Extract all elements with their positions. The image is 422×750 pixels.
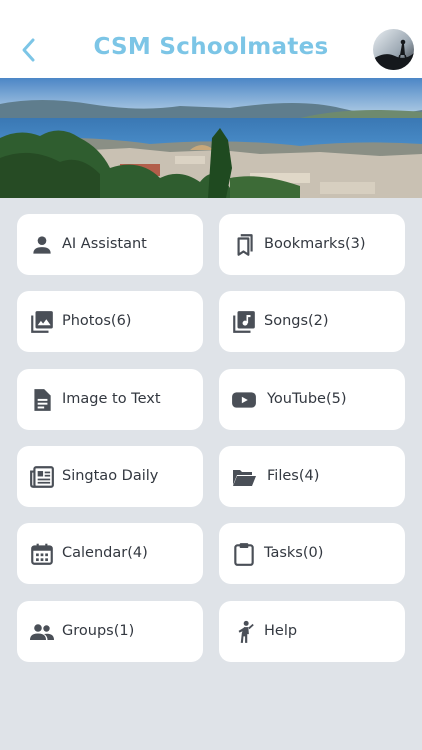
clipboard-icon <box>231 541 257 567</box>
menu-tile-label: Files(4) <box>267 468 320 484</box>
avatar-image <box>373 29 414 70</box>
menu-tile-files[interactable]: Files(4) <box>219 446 405 507</box>
menu-tile-label: Tasks(0) <box>264 545 324 561</box>
menu-tile-singtao-daily[interactable]: Singtao Daily <box>17 446 203 507</box>
menu-tile-label: Photos(6) <box>62 313 132 329</box>
menu-tile-label: Singtao Daily <box>62 468 159 484</box>
menu-tile-youtube[interactable]: YouTube(5) <box>219 369 405 430</box>
photo-library-icon <box>29 309 55 335</box>
folder-open-icon <box>231 464 257 490</box>
menu-tile-ai-assistant[interactable]: AI Assistant <box>17 214 203 275</box>
menu-tile-label: Calendar(4) <box>62 545 148 561</box>
document-icon <box>29 387 55 413</box>
menu-tile-songs[interactable]: Songs(2) <box>219 291 405 352</box>
menu-tile-label: Image to Text <box>62 391 161 407</box>
app-header: CSM Schoolmates <box>0 0 422 78</box>
menu-tile-photos[interactable]: Photos(6) <box>17 291 203 352</box>
menu-tile-bookmarks[interactable]: Bookmarks(3) <box>219 214 405 275</box>
youtube-icon <box>231 387 257 413</box>
calendar-icon <box>29 541 55 567</box>
menu-tile-label: YouTube(5) <box>267 391 347 407</box>
menu-tile-label: AI Assistant <box>62 236 147 252</box>
groups-icon <box>29 619 55 645</box>
person-icon <box>29 232 55 258</box>
header-banner-image <box>0 78 422 198</box>
music-library-icon <box>231 309 257 335</box>
page-title: CSM Schoolmates <box>93 34 329 60</box>
menu-tile-groups[interactable]: Groups(1) <box>17 601 203 662</box>
menu-tile-label: Songs(2) <box>264 313 329 329</box>
menu-tile-label: Help <box>264 623 298 639</box>
help-person-icon <box>231 619 257 645</box>
avatar[interactable] <box>373 29 414 70</box>
menu-tile-calendar[interactable]: Calendar(4) <box>17 523 203 584</box>
bookmarks-icon <box>231 232 257 258</box>
newspaper-icon <box>29 464 55 490</box>
menu-tile-tasks[interactable]: Tasks(0) <box>219 523 405 584</box>
menu-tile-label: Groups(1) <box>62 623 135 639</box>
menu-tile-image-to-text[interactable]: Image to Text <box>17 369 203 430</box>
menu-tile-help[interactable]: Help <box>219 601 405 662</box>
menu-tile-label: Bookmarks(3) <box>264 236 366 252</box>
